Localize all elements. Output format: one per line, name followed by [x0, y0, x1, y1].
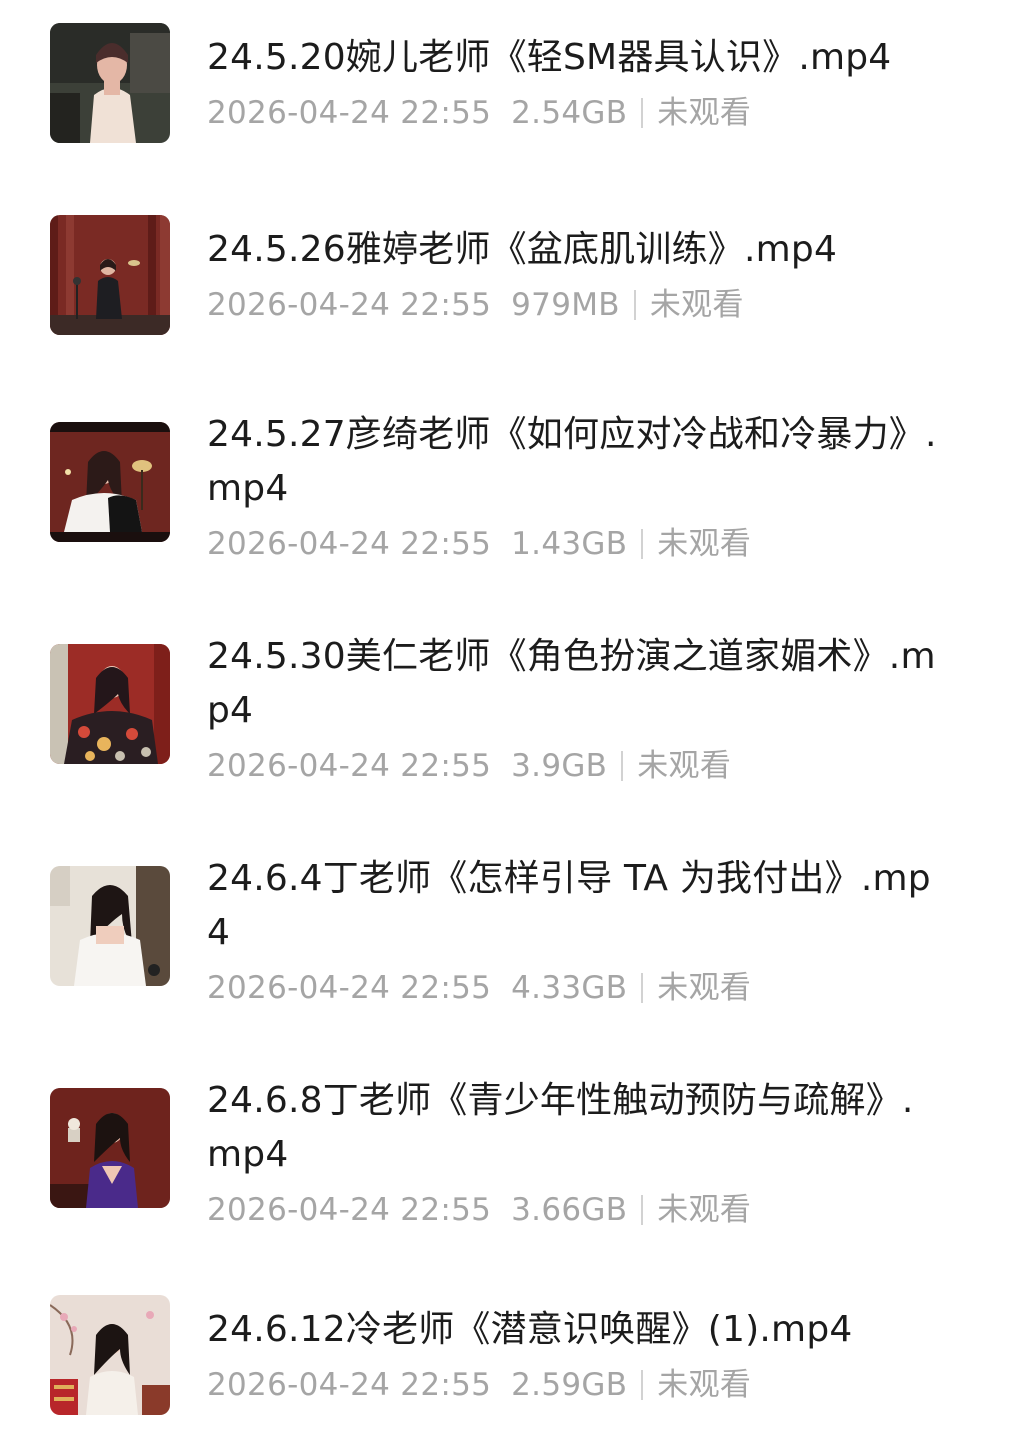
video-file-list: 24.5.20婉儿老师《轻SM器具认识》.mp4 2026-04-24 22:5… — [0, 0, 1031, 1448]
watch-status: 未观看 — [649, 287, 744, 323]
file-info: 24.5.30美仁老师《角色扮演之道家媚术》.mp4 2026-04-24 22… — [207, 630, 947, 792]
file-meta: 2026-04-24 22:55 2.54GB 未观看 — [207, 87, 947, 139]
file-date: 2026-04-24 22:55 — [207, 1192, 492, 1228]
file-info: 24.6.8丁老师《青少年性触动预防与疏解》.mp4 2026-04-24 22… — [207, 1074, 947, 1236]
video-thumbnail[interactable] — [50, 23, 170, 143]
file-date: 2026-04-24 22:55 — [207, 748, 492, 784]
file-info: 24.5.27彦绮老师《如何应对冷战和冷暴力》.mp4 2026-04-24 2… — [207, 408, 947, 570]
meta-divider — [641, 1370, 644, 1400]
watch-status: 未观看 — [657, 526, 752, 562]
file-meta: 2026-04-24 22:55 3.66GB 未观看 — [207, 1184, 947, 1236]
file-meta: 2026-04-24 22:55 2.59GB 未观看 — [207, 1359, 947, 1411]
watch-status: 未观看 — [637, 748, 732, 784]
file-info: 24.5.20婉儿老师《轻SM器具认识》.mp4 2026-04-24 22:5… — [207, 31, 947, 139]
file-meta: 2026-04-24 22:55 4.33GB 未观看 — [207, 962, 947, 1014]
meta-divider — [633, 290, 636, 320]
file-info: 24.6.12冷老师《潜意识唤醒》(1).mp4 2026-04-24 22:5… — [207, 1303, 947, 1411]
video-thumbnail[interactable] — [50, 1088, 170, 1208]
file-date: 2026-04-24 22:55 — [207, 970, 492, 1006]
file-size: 979MB — [511, 287, 620, 323]
file-date: 2026-04-24 22:55 — [207, 1367, 492, 1403]
file-size: 1.43GB — [511, 526, 628, 562]
file-date: 2026-04-24 22:55 — [207, 526, 492, 562]
file-info: 24.5.26雅婷老师《盆底肌训练》.mp4 2026-04-24 22:55 9… — [207, 223, 947, 331]
file-name[interactable]: 24.6.4丁老师《怎样引导 TA 为我付出》.mp4 — [207, 852, 947, 960]
file-name[interactable]: 24.5.27彦绮老师《如何应对冷战和冷暴力》.mp4 — [207, 408, 947, 516]
watch-status: 未观看 — [657, 95, 752, 131]
meta-divider — [641, 973, 644, 1003]
file-name[interactable]: 24.5.26雅婷老师《盆底肌训练》.mp4 — [207, 223, 947, 277]
watch-status: 未观看 — [657, 1367, 752, 1403]
file-size: 4.33GB — [511, 970, 628, 1006]
file-date: 2026-04-24 22:55 — [207, 287, 492, 323]
file-info: 24.6.4丁老师《怎样引导 TA 为我付出》.mp4 2026-04-24 2… — [207, 852, 947, 1014]
video-thumbnail[interactable] — [50, 644, 170, 764]
meta-divider — [621, 751, 624, 781]
file-date: 2026-04-24 22:55 — [207, 95, 492, 131]
file-name[interactable]: 24.5.20婉儿老师《轻SM器具认识》.mp4 — [207, 31, 947, 85]
file-size: 3.9GB — [511, 748, 608, 784]
video-thumbnail[interactable] — [50, 1295, 170, 1415]
file-size: 2.59GB — [511, 1367, 628, 1403]
file-meta: 2026-04-24 22:55 1.43GB 未观看 — [207, 518, 947, 570]
meta-divider — [641, 529, 644, 559]
video-thumbnail[interactable] — [50, 422, 170, 542]
file-size: 2.54GB — [511, 95, 628, 131]
meta-divider — [641, 98, 644, 128]
file-meta: 2026-04-24 22:55 979MB 未观看 — [207, 279, 947, 331]
file-name[interactable]: 24.5.30美仁老师《角色扮演之道家媚术》.mp4 — [207, 630, 947, 738]
watch-status: 未观看 — [657, 970, 752, 1006]
watch-status: 未观看 — [657, 1192, 752, 1228]
video-thumbnail[interactable] — [50, 866, 170, 986]
video-thumbnail[interactable] — [50, 215, 170, 335]
file-name[interactable]: 24.6.12冷老师《潜意识唤醒》(1).mp4 — [207, 1303, 947, 1357]
file-size: 3.66GB — [511, 1192, 628, 1228]
file-meta: 2026-04-24 22:55 3.9GB 未观看 — [207, 740, 947, 792]
meta-divider — [641, 1195, 644, 1225]
file-name[interactable]: 24.6.8丁老师《青少年性触动预防与疏解》.mp4 — [207, 1074, 947, 1182]
